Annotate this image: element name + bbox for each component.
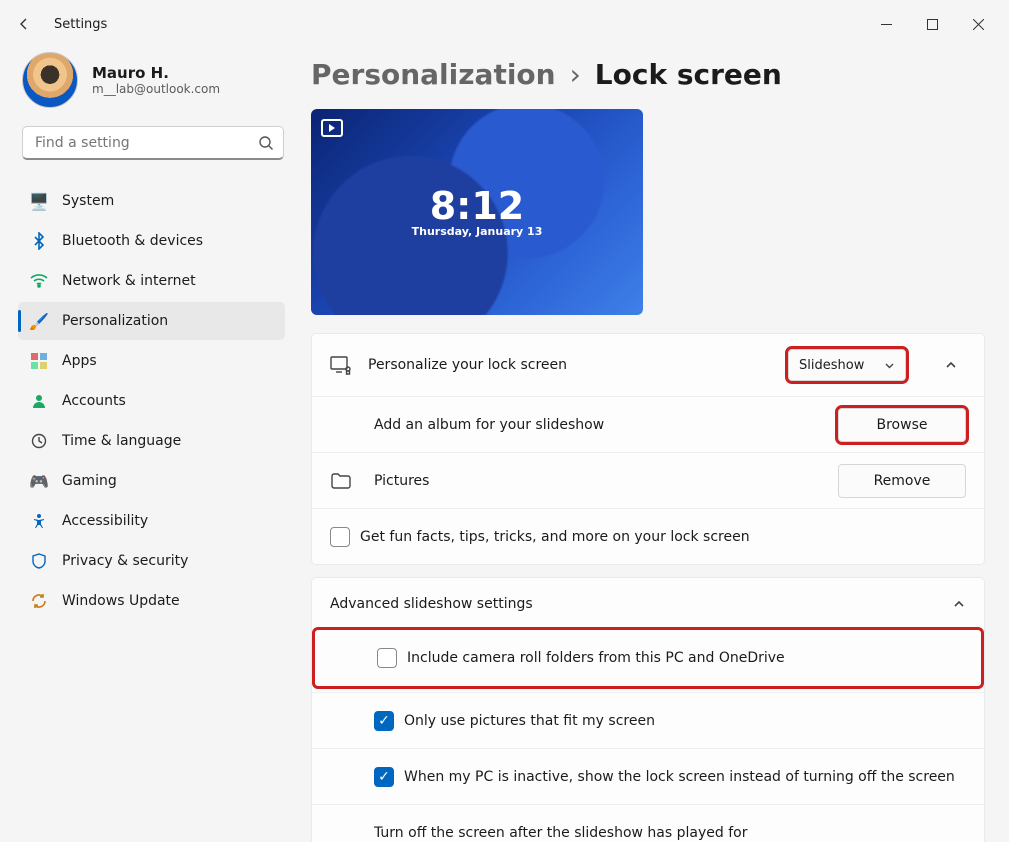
avatar <box>22 52 78 108</box>
sidebar-item-network[interactable]: Network & internet <box>18 262 285 300</box>
advanced-header[interactable]: Advanced slideshow settings <box>312 578 984 630</box>
bluetooth-icon <box>30 232 48 250</box>
search-box[interactable] <box>22 126 284 160</box>
user-name: Mauro H. <box>92 64 220 82</box>
profile[interactable]: Mauro H. m__lab@outlook.com <box>18 52 305 108</box>
sidebar-item-accounts[interactable]: Accounts <box>18 382 285 420</box>
sidebar-item-bluetooth[interactable]: Bluetooth & devices <box>18 222 285 260</box>
sidebar-item-label: Apps <box>62 353 97 369</box>
sidebar-item-personalization[interactable]: 🖌️ Personalization <box>18 302 285 340</box>
camera-roll-row[interactable]: Include camera roll folders from this PC… <box>315 630 981 686</box>
update-icon <box>30 592 48 610</box>
sidebar-item-label: Personalization <box>62 313 168 329</box>
inactive-label: When my PC is inactive, show the lock sc… <box>404 769 955 785</box>
funfacts-row[interactable]: Get fun facts, tips, tricks, and more on… <box>312 508 984 564</box>
dropdown-value: Slideshow <box>799 358 864 373</box>
funfacts-checkbox[interactable] <box>330 527 350 547</box>
sidebar-item-label: Accounts <box>62 393 126 409</box>
accessibility-icon <box>30 512 48 530</box>
minimize-button[interactable] <box>863 8 909 40</box>
lockscreen-mode-dropdown[interactable]: Slideshow <box>788 349 906 381</box>
sidebar-item-label: Time & language <box>62 433 181 449</box>
chevron-up-icon <box>952 597 966 611</box>
funfacts-label: Get fun facts, tips, tricks, and more on… <box>360 529 750 545</box>
breadcrumb-parent[interactable]: Personalization <box>311 58 556 91</box>
window-title: Settings <box>54 17 107 32</box>
fit-screen-row[interactable]: ✓ Only use pictures that fit my screen <box>312 692 984 748</box>
add-album-row: Add an album for your slideshow Browse <box>312 396 984 452</box>
inactive-checkbox[interactable]: ✓ <box>374 767 394 787</box>
maximize-button[interactable] <box>909 8 955 40</box>
sidebar-item-label: Privacy & security <box>62 553 188 569</box>
lockscreen-preview: 8:12 Thursday, January 13 <box>311 109 643 315</box>
camera-roll-checkbox[interactable] <box>377 648 397 668</box>
paintbrush-icon: 🖌️ <box>30 312 48 330</box>
fit-screen-checkbox[interactable]: ✓ <box>374 711 394 731</box>
arrow-left-icon <box>16 16 32 32</box>
nav: 🖥️ System Bluetooth & devices Network & … <box>18 182 305 620</box>
sidebar-item-label: Windows Update <box>62 593 180 609</box>
clock-icon <box>30 432 48 450</box>
advanced-card: Advanced slideshow settings Include came… <box>311 577 985 842</box>
fit-screen-label: Only use pictures that fit my screen <box>404 713 655 729</box>
person-icon <box>30 392 48 410</box>
main-content: Personalization › Lock screen 8:12 Thurs… <box>305 48 1009 842</box>
breadcrumb-separator: › <box>570 58 581 91</box>
sidebar-item-time[interactable]: Time & language <box>18 422 285 460</box>
remove-button[interactable]: Remove <box>838 464 966 498</box>
chevron-down-icon <box>884 360 895 371</box>
inactive-row[interactable]: ✓ When my PC is inactive, show the lock … <box>312 748 984 804</box>
personalize-row: Personalize your lock screen Slideshow <box>312 334 984 396</box>
breadcrumb: Personalization › Lock screen <box>311 58 985 91</box>
wifi-icon <box>30 272 48 290</box>
sidebar-item-label: Accessibility <box>62 513 148 529</box>
search-input[interactable] <box>22 126 284 160</box>
user-email: m__lab@outlook.com <box>92 82 220 96</box>
minimize-icon <box>881 19 892 30</box>
preview-time: 8:12 <box>430 187 525 225</box>
close-icon <box>973 19 984 30</box>
camera-roll-label: Include camera roll folders from this PC… <box>407 650 785 666</box>
sidebar-item-label: Gaming <box>62 473 117 489</box>
play-icon <box>321 119 343 137</box>
turn-off-row: Turn off the screen after the slideshow … <box>312 804 984 842</box>
browse-button[interactable]: Browse <box>838 408 966 442</box>
preview-date: Thursday, January 13 <box>412 225 543 238</box>
titlebar: Settings <box>0 0 1009 48</box>
personalize-card: Personalize your lock screen Slideshow A… <box>311 333 985 565</box>
back-button[interactable] <box>8 8 40 40</box>
folder-icon <box>330 470 352 492</box>
system-icon: 🖥️ <box>30 192 48 210</box>
maximize-icon <box>927 19 938 30</box>
sidebar-item-update[interactable]: Windows Update <box>18 582 285 620</box>
sidebar-item-apps[interactable]: Apps <box>18 342 285 380</box>
sidebar: Mauro H. m__lab@outlook.com 🖥️ System Bl… <box>0 48 305 842</box>
sidebar-item-accessibility[interactable]: Accessibility <box>18 502 285 540</box>
search-icon <box>258 135 274 151</box>
close-button[interactable] <box>955 8 1001 40</box>
sidebar-item-label: System <box>62 193 114 209</box>
collapse-button[interactable] <box>936 350 966 380</box>
breadcrumb-current: Lock screen <box>595 58 782 91</box>
gamepad-icon: 🎮 <box>30 472 48 490</box>
monitor-lock-icon <box>330 354 352 376</box>
advanced-title: Advanced slideshow settings <box>330 596 533 612</box>
add-album-label: Add an album for your slideshow <box>374 417 822 433</box>
chevron-up-icon <box>944 358 958 372</box>
album-folder-name: Pictures <box>374 473 822 489</box>
sidebar-item-label: Network & internet <box>62 273 196 289</box>
shield-icon <box>30 552 48 570</box>
album-folder-row: Pictures Remove <box>312 452 984 508</box>
apps-icon <box>30 352 48 370</box>
sidebar-item-label: Bluetooth & devices <box>62 233 203 249</box>
personalize-label: Personalize your lock screen <box>368 357 772 373</box>
sidebar-item-privacy[interactable]: Privacy & security <box>18 542 285 580</box>
sidebar-item-system[interactable]: 🖥️ System <box>18 182 285 220</box>
turn-off-label: Turn off the screen after the slideshow … <box>374 825 966 841</box>
sidebar-item-gaming[interactable]: 🎮 Gaming <box>18 462 285 500</box>
